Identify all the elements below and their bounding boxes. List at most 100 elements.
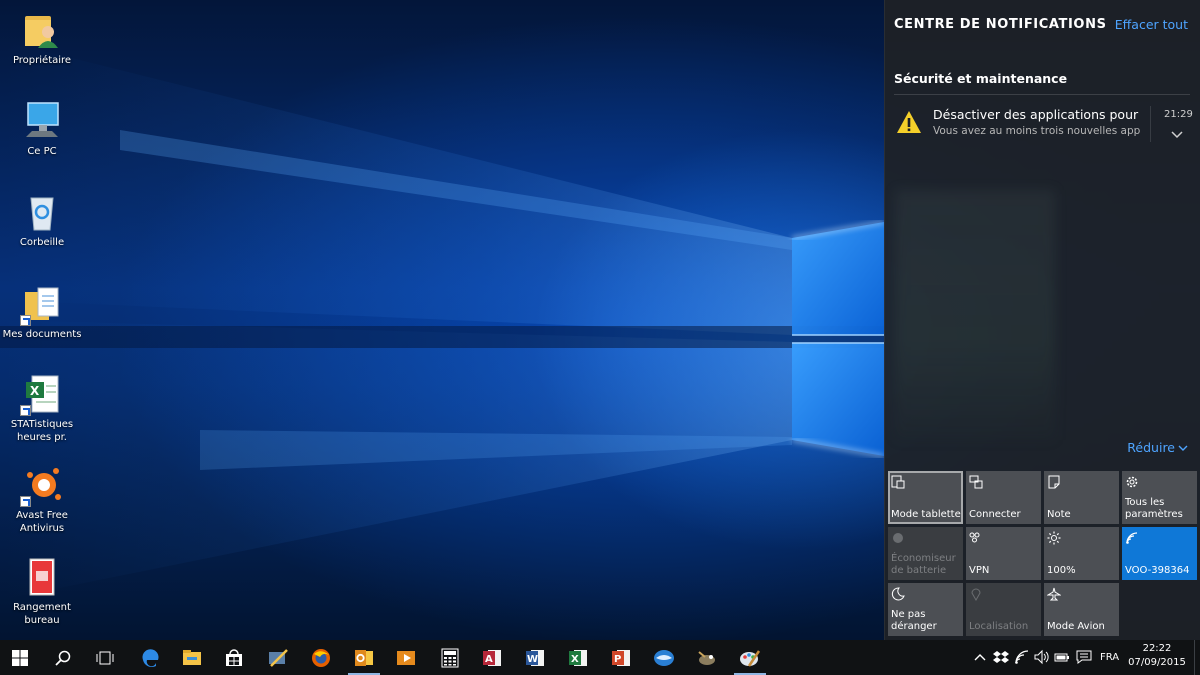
quick-action-note[interactable]: Note: [1044, 471, 1119, 524]
battery-icon[interactable]: [1054, 649, 1070, 665]
wifi-icon: [1125, 530, 1139, 544]
recycle-bin-icon: [22, 192, 62, 232]
clock-date: 07/09/2015: [1128, 657, 1186, 668]
quick-action-label: Économiseur de batterie: [891, 553, 956, 576]
quick-action-location[interactable]: Localisation: [966, 583, 1041, 636]
documents-folder-icon: [20, 284, 62, 326]
quick-action-label: 100%: [1047, 565, 1076, 576]
vpn-icon: [969, 530, 983, 544]
tablet-mode-icon: [891, 474, 905, 489]
notification-body: Vous avez au moins trois nouvelles appli…: [933, 125, 1140, 137]
quick-action-quiet-hours[interactable]: Ne pas déranger: [888, 583, 963, 636]
quick-action-label: Mode tablette: [891, 509, 961, 520]
taskbar-access[interactable]: A: [472, 640, 512, 675]
input-language[interactable]: FRA: [1100, 652, 1119, 663]
svg-text:X: X: [571, 654, 579, 665]
computer-icon: [22, 101, 62, 141]
chevron-up-icon[interactable]: [972, 649, 988, 665]
desktop-icon-label: Corbeille: [19, 237, 65, 248]
svg-text:P: P: [614, 654, 621, 665]
action-center-panel: CENTRE DE NOTIFICATIONS Effacer tout Séc…: [884, 0, 1200, 640]
svg-text:X: X: [30, 384, 40, 398]
taskbar-outlook[interactable]: [344, 640, 384, 675]
moon-icon: [891, 586, 905, 601]
edge-icon: [142, 648, 159, 667]
excel-icon: X: [569, 649, 587, 666]
collapse-button[interactable]: Réduire: [1127, 440, 1188, 455]
desktop-icon-ce-pc[interactable]: Ce PC: [0, 101, 84, 158]
airplane-icon: [1046, 586, 1062, 601]
desktop-icon-mes-documents[interactable]: Mes documents: [0, 284, 84, 341]
quick-action-all-settings[interactable]: Tous les paramètres: [1122, 471, 1197, 524]
powerpoint-icon: P: [612, 649, 630, 666]
taskbar: A W X P FRA 22:22 07/09/2015: [0, 640, 1200, 675]
quick-action-label: Note: [1047, 509, 1071, 520]
word-icon: W: [526, 649, 544, 666]
paint-brush-app-icon: [269, 648, 288, 667]
avast-icon: [20, 465, 62, 507]
paint-icon: [740, 649, 761, 667]
taskbar-calculator[interactable]: [430, 640, 470, 675]
taskbar-edge[interactable]: [130, 640, 170, 675]
taskbar-gimp[interactable]: [687, 640, 727, 675]
warning-icon: [896, 110, 922, 134]
quick-action-label: VPN: [969, 565, 990, 576]
quick-action-vpn[interactable]: VPN: [966, 527, 1041, 580]
brightness-icon: [1047, 530, 1061, 545]
taskbar-powerpoint[interactable]: P: [601, 640, 641, 675]
taskbar-word[interactable]: W: [515, 640, 555, 675]
chevron-down-icon: [1178, 445, 1188, 451]
taskbar-file-explorer[interactable]: [172, 640, 212, 675]
task-view-button[interactable]: [85, 640, 125, 675]
taskbar-paint[interactable]: [730, 640, 770, 675]
gear-icon: [1125, 474, 1139, 488]
quick-action-label: Connecter: [969, 509, 1021, 520]
action-center-icon[interactable]: [1076, 649, 1092, 665]
task-view-icon: [96, 651, 114, 664]
notification-group-title: Sécurité et maintenance: [894, 71, 1068, 86]
quick-action-label: Localisation: [969, 621, 1029, 632]
quick-action-tablet-mode[interactable]: Mode tablette: [888, 471, 963, 524]
quick-action-wifi[interactable]: VOO-398364: [1122, 527, 1197, 580]
desktop-icon-avast[interactable]: Avast Free Antivirus: [0, 465, 84, 535]
quick-action-connect[interactable]: Connecter: [966, 471, 1041, 524]
notification-item[interactable]: Désactiver des applications pour am Vous…: [894, 104, 1193, 148]
desktop-icon-label: Ce PC: [27, 146, 57, 157]
start-button[interactable]: [0, 640, 40, 675]
desktop-icon-label: STATistiques heures pr.: [10, 419, 74, 443]
quick-action-label: Mode Avion: [1047, 621, 1105, 632]
taskbar-firefox[interactable]: [301, 640, 341, 675]
access-icon: A: [483, 649, 501, 666]
wifi-icon[interactable]: [1014, 649, 1030, 665]
battery-saver-icon: [891, 530, 905, 544]
desktop-icon-rangement-bureau[interactable]: Rangement bureau: [0, 557, 84, 627]
volume-icon[interactable]: [1034, 649, 1050, 665]
system-clock[interactable]: 22:22 07/09/2015: [1128, 642, 1186, 670]
show-desktop-button[interactable]: [1194, 640, 1200, 675]
user-folder-icon: [22, 10, 62, 50]
search-button[interactable]: [43, 640, 83, 675]
dropbox-icon[interactable]: [993, 649, 1009, 665]
divider: [894, 94, 1190, 95]
chevron-down-icon[interactable]: [1171, 125, 1183, 139]
folder-red-icon: [22, 557, 62, 597]
desktop-icon-label: Propriétaire: [12, 55, 72, 66]
quick-action-battery-saver[interactable]: Économiseur de batterie: [888, 527, 963, 580]
taskbar-store[interactable]: [214, 640, 254, 675]
desktop-icon-statistiques[interactable]: X STATistiques heures pr.: [0, 374, 84, 444]
file-explorer-icon: [183, 649, 201, 665]
taskbar-paint-brush-app[interactable]: [258, 640, 298, 675]
clear-all-link[interactable]: Effacer tout: [1115, 17, 1188, 32]
gimp-icon: [698, 650, 715, 665]
search-icon: [55, 650, 71, 666]
taskbar-thunderbird[interactable]: [644, 640, 684, 675]
taskbar-excel[interactable]: X: [558, 640, 598, 675]
quick-action-airplane-mode[interactable]: Mode Avion: [1044, 583, 1119, 636]
quick-action-brightness[interactable]: 100%: [1044, 527, 1119, 580]
quick-action-label: VOO-398364: [1125, 565, 1190, 576]
desktop-icon-corbeille[interactable]: Corbeille: [0, 192, 84, 249]
desktop-icon-proprietaire[interactable]: Propriétaire: [0, 10, 84, 67]
media-player-icon: [397, 650, 415, 665]
firefox-icon: [312, 648, 330, 667]
taskbar-media-player[interactable]: [386, 640, 426, 675]
